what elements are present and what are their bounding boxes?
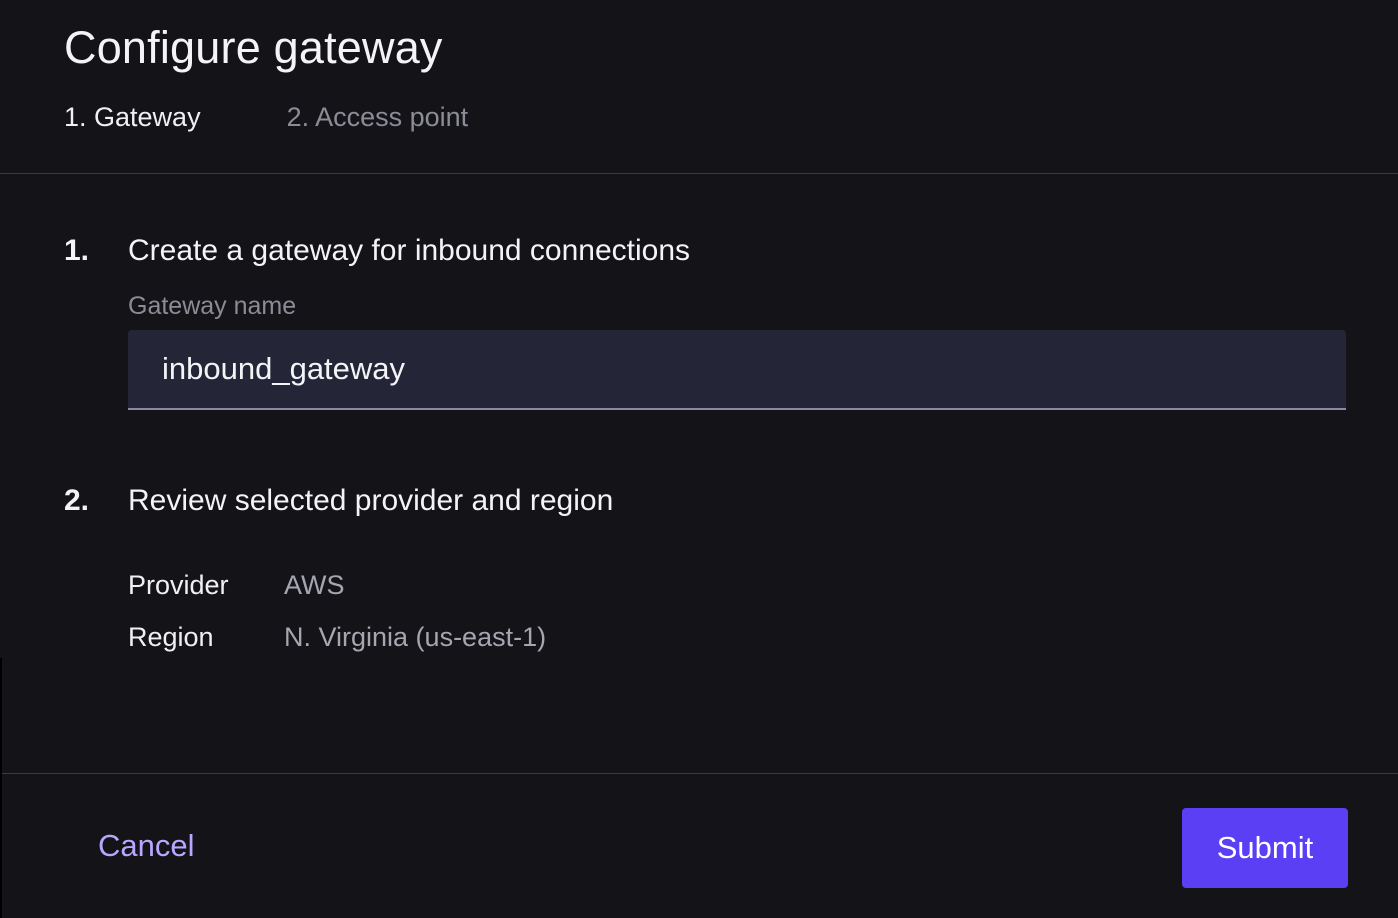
section-number: 1. [64,234,90,267]
step-tabs: 1. Gateway 2. Access point [64,102,468,133]
provider-value: AWS [284,570,345,600]
section-review-provider: 2. Review selected provider and region P… [64,484,1346,674]
section-create-gateway: 1. Create a gateway for inbound connecti… [64,234,1346,414]
tab-gateway[interactable]: 1. Gateway [64,102,201,133]
section-number: 2. [64,484,90,517]
dialog-footer: Cancel Submit [2,773,1398,918]
provider-row: Provider AWS [128,570,345,601]
page-title: Configure gateway [64,22,443,73]
gateway-name-field-wrapper [128,330,1346,410]
gateway-name-label: Gateway name [128,292,297,320]
dialog-header: Configure gateway 1. Gateway 2. Access p… [0,0,1398,174]
configure-gateway-dialog: Configure gateway 1. Gateway 2. Access p… [0,0,1398,918]
provider-label: Provider [128,570,229,600]
tab-access-point[interactable]: 2. Access point [287,102,469,133]
region-label: Region [128,622,214,652]
section-title: Review selected provider and region [128,484,614,517]
region-value: N. Virginia (us-east-1) [284,622,547,652]
submit-button[interactable]: Submit [1182,808,1348,888]
section-title: Create a gateway for inbound connections [128,234,691,267]
gateway-name-input[interactable] [128,330,1346,408]
region-row: Region N. Virginia (us-east-1) [128,622,546,653]
cancel-button[interactable]: Cancel [98,828,195,864]
